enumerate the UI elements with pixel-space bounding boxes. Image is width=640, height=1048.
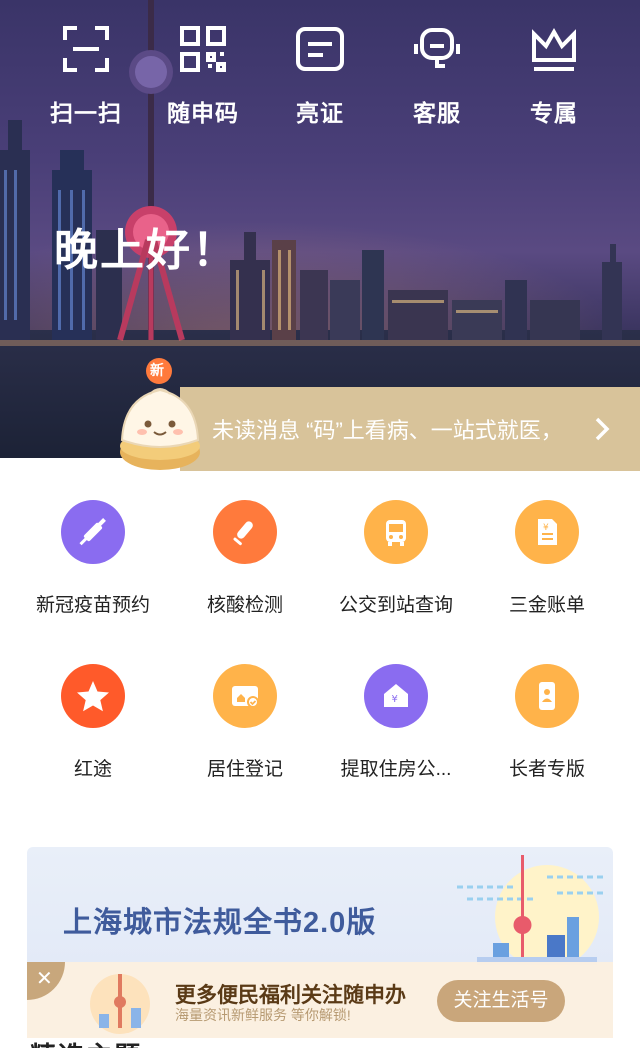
follow-promo-bar: ✕ 更多便民福利关注随申办 海量资讯新鲜服务 等你解锁! 关注生活号 [27,962,613,1038]
red-star-icon [77,681,109,712]
health-code-button[interactable]: 随申码 [153,24,253,128]
follow-subline: 海量资讯新鲜服务 等你解锁! [175,1007,351,1023]
service-nucleic-test[interactable]: 核酸检测 [165,500,325,617]
dumpling-mascot[interactable]: 新 [112,354,208,474]
greeting-text: 晚上好！ [54,226,238,275]
svg-text:¥: ¥ [543,523,549,533]
close-button[interactable]: ✕ [27,962,65,1000]
qr-code-icon [180,26,226,72]
show-id-label: 亮证 [296,100,344,126]
id-card-icon [296,27,344,71]
service-label: 长者专版 [508,759,585,780]
headset-icon [414,28,460,68]
test-swab-icon [233,521,253,546]
service-label: 三金账单 [508,595,585,616]
customer-service-label: 客服 [413,100,461,126]
elder-phone-icon [539,682,555,710]
scan-button[interactable]: 扫一扫 [36,24,136,128]
exclusive-button[interactable]: 专属 [504,24,604,128]
service-vaccine[interactable]: 新冠疫苗预约 [13,500,173,617]
customer-service-button[interactable]: 客服 [387,24,487,128]
quick-action-bar: 扫一扫 随申码 亮证 客服 专属 [0,24,640,134]
service-three-funds-bill[interactable]: ¥ 三金账单 [467,500,627,617]
service-label: 居住登记 [206,759,283,780]
city-badge-icon [90,974,150,1034]
service-bus-arrival[interactable]: 公交到站查询 [316,500,476,617]
bill-document-icon: ¥ [538,519,557,545]
exclusive-label: 专属 [530,100,578,126]
section-title-peek: 精选主题 [30,1036,142,1048]
service-label: 公交到站查询 [338,595,453,616]
service-label: 新冠疫苗预约 [35,595,150,616]
close-icon: ✕ [36,968,53,990]
service-label: 提取住房公... [340,759,452,780]
banner-title: 上海城市法规全书2.0版 [63,907,377,939]
svg-text:¥: ¥ [392,694,398,705]
residence-card-icon [232,686,259,708]
housing-fund-icon: ¥ [384,684,408,707]
crown-icon [532,27,576,71]
scan-icon [63,26,109,72]
scan-label: 扫一扫 [50,100,122,126]
vaccine-syringe-icon [79,518,106,546]
follow-button[interactable]: 关注生活号 [437,980,565,1022]
service-label: 红途 [73,759,112,780]
service-label: 核酸检测 [206,595,283,616]
service-elder-edition[interactable]: 长者专版 [467,664,627,781]
message-notice-bar[interactable]: 未读消息 “码”上看病、一站式就医， [180,387,640,471]
health-code-label: 随申码 [167,100,239,126]
new-badge: 新 [150,362,164,378]
service-residence-registration[interactable]: 居住登记 [165,664,325,781]
show-id-button[interactable]: 亮证 [270,24,370,128]
notice-text: 未读消息 “码”上看病、一站式就医， [212,418,563,443]
chevron-right-icon [595,417,610,441]
service-housing-fund[interactable]: ¥ 提取住房公... [316,664,476,781]
bus-icon [386,520,406,546]
service-red-trip[interactable]: 红途 [13,664,173,781]
